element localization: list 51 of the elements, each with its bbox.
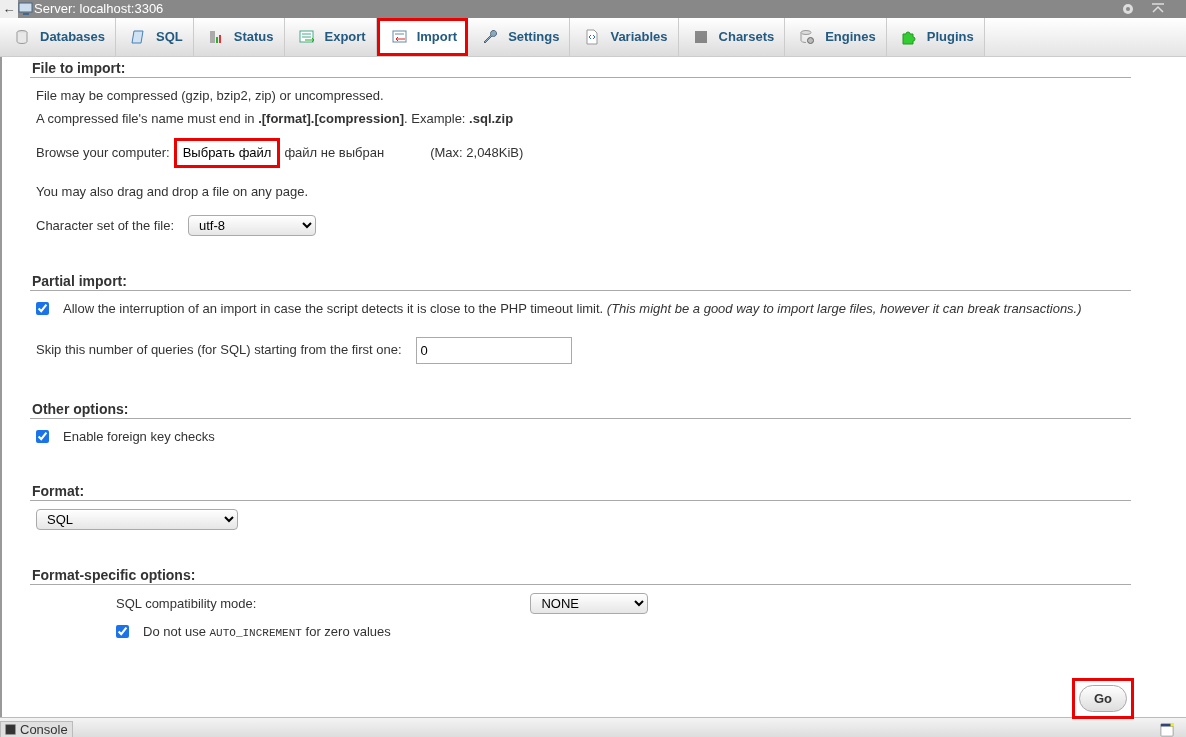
checkbox-label: Do not use AUTO_INCREMENT for zero values (143, 623, 391, 641)
wrench-icon (482, 29, 499, 45)
window-title: Server: localhost:3306 (34, 0, 164, 19)
checkbox[interactable] (36, 302, 49, 316)
choose-file-button[interactable]: Выбрать файл (173, 138, 281, 168)
server-icon (18, 1, 34, 17)
go-button[interactable]: Go (1078, 684, 1127, 712)
field-label: Browse your computer: (36, 144, 170, 162)
field-label: Skip this number of queries (for SQL) starting from the first one: (36, 341, 402, 360)
checkbox-label: Enable foreign key checks (63, 427, 215, 446)
info-text: A compressed file's name must end in .[format].[compression]. Example: .sql.zip (36, 109, 514, 128)
nav-tab[interactable]: Plugins (886, 18, 985, 56)
checkbox[interactable] (116, 625, 129, 639)
max-size-text: (Max: 2,048KiB) (430, 144, 524, 162)
section-heading: Format-specific options: (30, 564, 1131, 585)
database-icon (14, 29, 30, 45)
console-tab[interactable]: Console (0, 721, 73, 737)
nav-tab[interactable]: Databases (0, 18, 117, 56)
section-heading: Other options: (30, 397, 1131, 419)
dropdown[interactable]: NONE (530, 593, 649, 614)
field-label: Character set of the file: (36, 216, 174, 235)
nav-tab[interactable]: Import (376, 18, 469, 56)
note-icon (1160, 723, 1174, 737)
bar-chart-icon (207, 29, 224, 45)
nav-tab[interactable]: Status (193, 18, 285, 56)
checkbox-label: Allow the interruption of an import in case the script detects it is close to the PHP timeout limit. (This might be a good way to import large files, however it can break transactions.) (63, 300, 1082, 318)
section-heading: File to import: (30, 57, 1131, 78)
database-gear-icon (799, 29, 816, 45)
table-import-icon (390, 29, 407, 45)
info-text: File may be compressed (gzip, bzip2, zip) or uncompressed. (36, 87, 384, 105)
nav-tab[interactable]: SQL (116, 18, 194, 56)
number-field[interactable]: 0 (415, 336, 572, 364)
nav-tab[interactable]: Export (284, 18, 377, 56)
dropdown[interactable]: SQL (36, 509, 238, 530)
checkbox[interactable] (36, 429, 49, 443)
nav-tab[interactable]: Settings (468, 18, 571, 56)
section-heading: Partial import: (30, 270, 1131, 291)
scroll-icon (130, 29, 147, 45)
nav-tab[interactable]: Charsets (678, 18, 786, 56)
terminal-icon (5, 724, 16, 735)
code-file-icon (584, 29, 601, 45)
nav-tab[interactable]: Variables (570, 18, 679, 56)
dropdown[interactable]: utf-8 (188, 215, 316, 236)
field-label: SQL compatibility mode: (116, 594, 257, 613)
section-heading: Format: (30, 480, 1131, 501)
back-button[interactable]: ← (0, 0, 18, 18)
puzzle-icon (900, 29, 917, 45)
table-export-icon (298, 29, 315, 45)
nav-tab[interactable]: Engines (785, 18, 887, 56)
info-text: You may also drag and drop a file on any page. (36, 182, 308, 201)
file-status: файл не выбран (284, 144, 385, 162)
